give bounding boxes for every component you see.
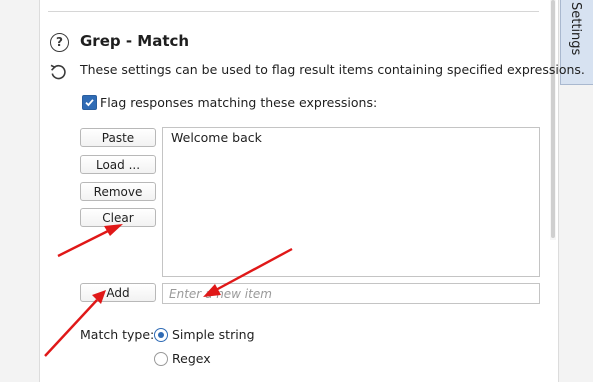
annotation-arrow — [57, 227, 113, 258]
annotation-arrow — [213, 247, 293, 293]
annotation-arrow-head — [104, 224, 123, 236]
annotation-arrow — [44, 299, 98, 357]
annotation-arrows — [44, 224, 293, 357]
annotation-arrow-head — [203, 284, 221, 297]
